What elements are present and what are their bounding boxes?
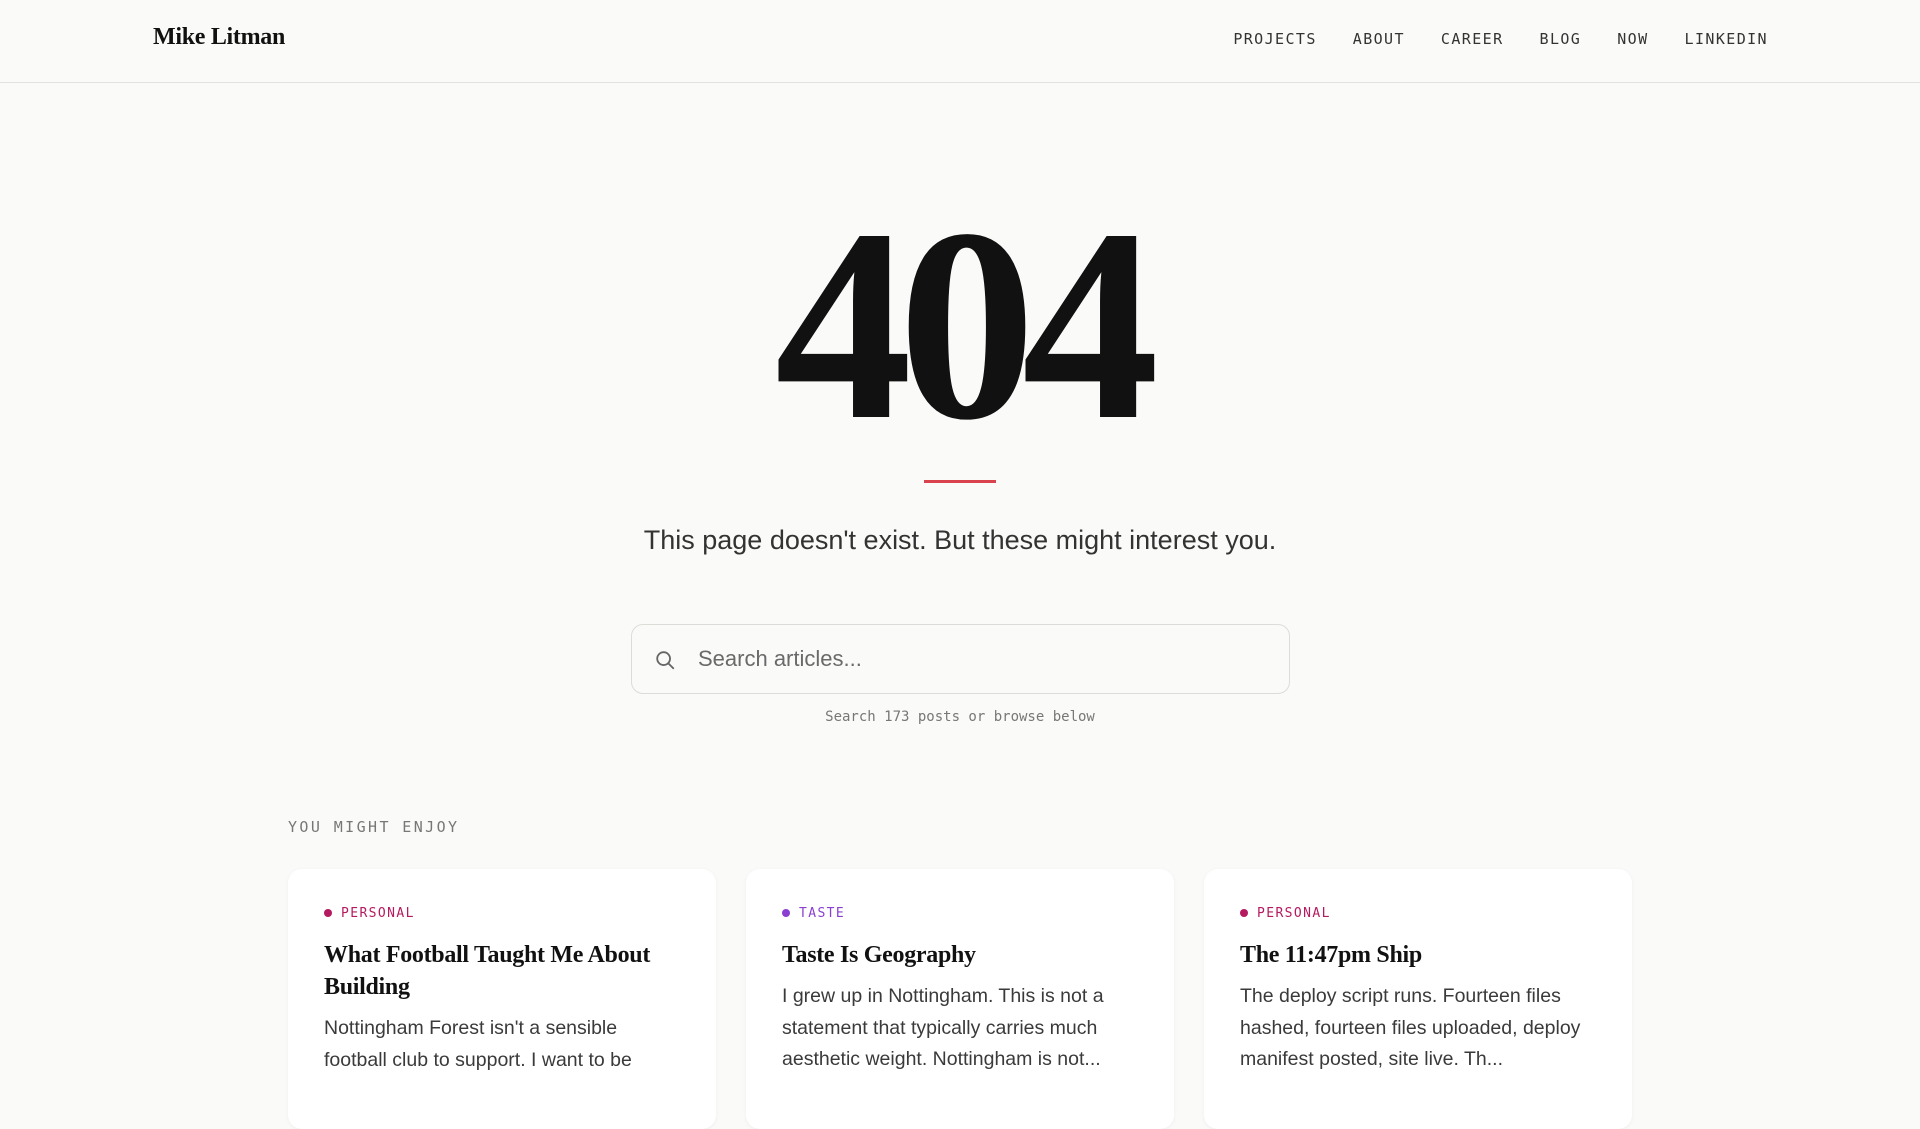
article-excerpt: I grew up in Nottingham. This is not a s… xyxy=(782,985,1104,1070)
category-tag: PERSONAL xyxy=(1240,905,1596,921)
article-excerpt: Nottingham Forest isn't a sensible footb… xyxy=(324,1017,632,1071)
site-logo[interactable]: Mike Litman xyxy=(153,24,285,51)
nav-link-now[interactable]: NOW xyxy=(1617,30,1648,48)
category-tag: TASTE xyxy=(782,905,1138,921)
category-label: PERSONAL xyxy=(1257,905,1331,921)
category-label: PERSONAL xyxy=(341,905,415,921)
article-title[interactable]: Taste Is Geography xyxy=(782,939,1138,971)
error-message: This page doesn't exist. But these might… xyxy=(643,525,1277,555)
article-card[interactable]: PERSONAL The 11:47pm Ship The deploy scr… xyxy=(1204,869,1632,1129)
category-dot xyxy=(1240,909,1248,917)
main-nav: PROJECTS ABOUT CAREER BLOG NOW LINKEDIN xyxy=(1233,30,1768,48)
nav-link-blog[interactable]: BLOG xyxy=(1540,30,1582,48)
site-header: Mike Litman PROJECTS ABOUT CAREER BLOG N… xyxy=(0,0,1920,83)
category-dot xyxy=(324,909,332,917)
search-hint: Search 173 posts or browse below xyxy=(825,709,1095,725)
nav-link-about[interactable]: ABOUT xyxy=(1353,30,1405,48)
section-label: YOU MIGHT ENJOY xyxy=(288,818,460,836)
error-code: 404 xyxy=(774,173,1160,477)
article-excerpt: The deploy script runs. Fourteen files h… xyxy=(1240,985,1581,1070)
category-dot xyxy=(782,909,790,917)
article-title[interactable]: What Football Taught Me About Building xyxy=(324,939,680,1003)
article-card[interactable]: TASTE Taste Is Geography I grew up in No… xyxy=(746,869,1174,1129)
category-label: TASTE xyxy=(799,905,846,921)
accent-divider xyxy=(924,480,996,483)
nav-link-career[interactable]: CAREER xyxy=(1441,30,1504,48)
category-tag: PERSONAL xyxy=(324,905,680,921)
search-icon xyxy=(656,651,675,670)
search-box[interactable] xyxy=(631,624,1290,694)
article-title[interactable]: The 11:47pm Ship xyxy=(1240,939,1596,971)
search-input[interactable] xyxy=(698,625,1268,693)
nav-link-projects[interactable]: PROJECTS xyxy=(1233,30,1316,48)
article-card[interactable]: PERSONAL What Football Taught Me About B… xyxy=(288,869,716,1129)
nav-link-linkedin[interactable]: LINKEDIN xyxy=(1685,30,1768,48)
